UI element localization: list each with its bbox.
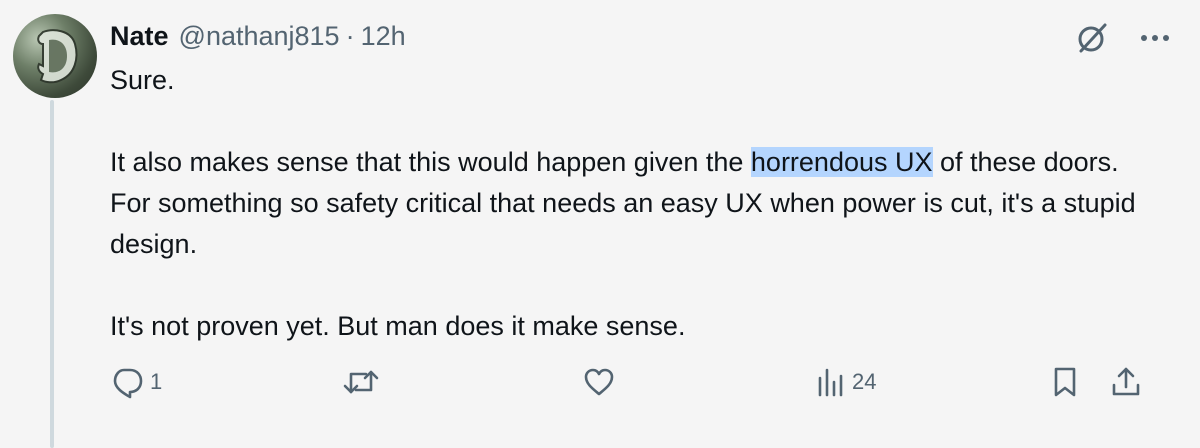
- avatar[interactable]: [13, 14, 97, 98]
- reply-count: 1: [150, 369, 163, 394]
- tweet-paragraph: Sure.: [110, 65, 175, 95]
- selected-text-highlight: horrendous UX: [750, 147, 933, 177]
- views-icon: [818, 368, 843, 397]
- thread-connector-line: [50, 100, 54, 448]
- grok-button[interactable]: [1074, 20, 1110, 56]
- share-button[interactable]: [1110, 362, 1142, 402]
- tweet-header: Nate @nathanj815 · 12h: [110, 16, 406, 56]
- tweet-paragraph: It also makes sense that this would happ…: [110, 142, 1160, 265]
- reply-button[interactable]: 1: [110, 362, 162, 402]
- share-icon: [1112, 367, 1140, 396]
- more-icon: [1141, 35, 1169, 41]
- tweet-text: It also makes sense that this would happ…: [110, 147, 751, 177]
- tweet-top-icons: [1074, 18, 1170, 58]
- like-icon: [584, 368, 614, 396]
- bookmark-button[interactable]: [1050, 362, 1080, 402]
- reply-icon: [113, 368, 143, 399]
- bookmark-icon: [1054, 367, 1076, 397]
- like-button[interactable]: [582, 362, 622, 402]
- repost-button[interactable]: [342, 362, 386, 402]
- more-options-button[interactable]: [1140, 33, 1170, 43]
- views-count: 24: [852, 369, 877, 394]
- author-name[interactable]: Nate: [110, 16, 169, 56]
- tweet-body: Sure. It also makes sense that this woul…: [110, 60, 1160, 347]
- separator-dot: ·: [345, 21, 355, 51]
- author-handle[interactable]: @nathanj815: [179, 16, 340, 56]
- grok-icon: [1078, 23, 1107, 53]
- views-button[interactable]: 24: [816, 362, 876, 402]
- old-english-d-logo-icon: [37, 29, 78, 84]
- tweet-actions-bar: 1 24: [110, 362, 1150, 402]
- tweet-paragraph: It's not proven yet. But man does it mak…: [110, 311, 686, 341]
- repost-icon: [343, 370, 379, 394]
- timestamp[interactable]: 12h: [361, 16, 406, 56]
